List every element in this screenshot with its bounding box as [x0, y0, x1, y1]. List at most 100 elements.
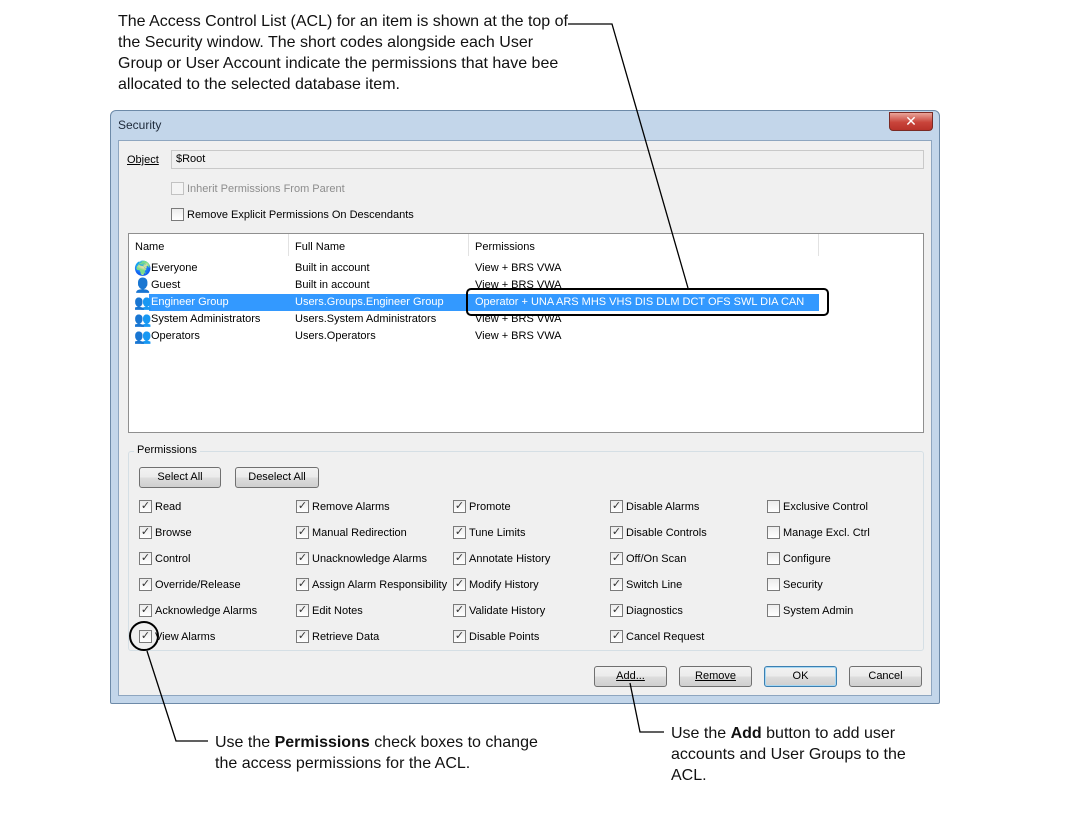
inherit-permissions-checkbox[interactable] [171, 182, 184, 195]
callout-permissions: Use the Permissions check boxes to chang… [215, 732, 545, 774]
security-dialog: Security ✕ Object $Root Inherit Permissi… [110, 110, 940, 704]
permission-checkbox[interactable]: ✓ [296, 604, 309, 617]
cancel-button[interactable]: Cancel [849, 666, 922, 687]
group-icon: 👥 [134, 311, 152, 327]
permission-checkbox[interactable]: ✓ [139, 526, 152, 539]
ok-label: OK [792, 670, 809, 682]
acl-cell-name: Everyone [151, 262, 198, 274]
permission-label: Acknowledge Alarms [155, 605, 258, 617]
acl-list[interactable]: Name Full Name Permissions 🌍 Everyone Buil… [128, 233, 924, 433]
object-field[interactable]: $Root [171, 150, 924, 169]
acl-cell-full-name: Users.Groups.Engineer Group [295, 296, 444, 308]
acl-cell-full-name: Users.System Administrators [295, 313, 437, 325]
title-bar: Security [111, 111, 939, 139]
permission-checkbox[interactable] [767, 552, 780, 565]
close-icon: ✕ [905, 113, 917, 129]
group-icon: 👥 [134, 294, 152, 310]
permission-checkbox[interactable] [767, 604, 780, 617]
permission-checkbox[interactable]: ✓ [453, 578, 466, 591]
permission-label: Retrieve Data [312, 631, 380, 643]
permission-label: Annotate History [469, 553, 551, 565]
permission-checkbox[interactable]: ✓ [610, 500, 623, 513]
acl-cell-permissions: View + BRS VWA [475, 330, 562, 342]
permission-label: Exclusive Control [783, 501, 868, 513]
permission-label: Promote [469, 501, 511, 513]
column-header-full-name[interactable]: Full Name [289, 234, 469, 256]
permission-checkbox[interactable]: ✓ [610, 552, 623, 565]
permission-checkbox[interactable] [767, 500, 780, 513]
permission-label: Diagnostics [626, 605, 683, 617]
acl-row[interactable]: 👥 Operators Users.Operators View + BRS VWA [129, 328, 923, 345]
permission-label: System Admin [783, 605, 854, 617]
permission-checkbox[interactable]: ✓ [610, 526, 623, 539]
permission-checkbox[interactable]: ✓ [296, 578, 309, 591]
guest-user-icon: 👤 [134, 277, 152, 293]
permission-checkbox[interactable]: ✓ [139, 552, 152, 565]
permission-checkbox[interactable]: ✓ [453, 552, 466, 565]
select-all-button[interactable]: Select All [139, 467, 221, 488]
object-label: Object [127, 154, 159, 166]
deselect-all-button[interactable]: Deselect All [235, 467, 319, 488]
column-header-permissions[interactable]: Permissions [469, 234, 819, 256]
permission-label: Modify History [469, 579, 539, 591]
column-header-empty [819, 234, 923, 256]
permission-label: Switch Line [626, 579, 683, 591]
permission-checkbox[interactable]: ✓ [296, 526, 309, 539]
close-button[interactable]: ✕ [889, 112, 933, 131]
permission-label: Configure [783, 553, 831, 565]
permission-label: Disable Alarms [626, 501, 700, 513]
permission-checkbox[interactable]: ✓ [296, 500, 309, 513]
permission-checkbox[interactable]: ✓ [296, 630, 309, 643]
acl-cell-name: Engineer Group [151, 296, 229, 308]
permission-checkbox[interactable]: ✓ [453, 500, 466, 513]
permission-checkbox[interactable]: ✓ [453, 604, 466, 617]
permission-checkbox[interactable]: ✓ [139, 578, 152, 591]
callout-permissions-pre: Use the [215, 734, 275, 751]
permission-checkbox[interactable]: ✓ [453, 630, 466, 643]
permission-label: View Alarms [155, 631, 216, 643]
inherit-permissions-label: Inherit Permissions From Parent [187, 183, 345, 195]
deselect-all-label: Deselect All [248, 471, 306, 483]
permission-label: Unacknowledge Alarms [312, 553, 427, 565]
globe-user-icon: 🌍 [134, 260, 152, 276]
callout-acl-description: The Access Control List (ACL) for an ite… [118, 13, 568, 93]
callout-add-bold: Add [730, 725, 762, 742]
permission-checkbox[interactable]: ✓ [453, 526, 466, 539]
permissions-highlight-circle [129, 621, 159, 651]
ok-button[interactable]: OK [764, 666, 837, 687]
acl-cell-full-name: Built in account [295, 262, 370, 274]
permission-label: Remove Alarms [312, 501, 390, 513]
permissions-legend: Permissions [134, 444, 200, 456]
callout-add: Use the Add button to add user accounts … [671, 723, 921, 786]
permission-checkbox[interactable]: ✓ [610, 630, 623, 643]
permission-label: Browse [155, 527, 192, 539]
permission-checkbox[interactable]: ✓ [610, 578, 623, 591]
permission-checkbox[interactable]: ✓ [296, 552, 309, 565]
acl-cell-full-name: Built in account [295, 279, 370, 291]
acl-cell-full-name: Users.Operators [295, 330, 376, 342]
permission-checkbox[interactable] [767, 526, 780, 539]
permission-checkbox[interactable]: ✓ [610, 604, 623, 617]
remove-button[interactable]: Remove [679, 666, 752, 687]
permission-checkbox[interactable] [767, 578, 780, 591]
permission-label: Control [155, 553, 191, 565]
permission-label: Off/On Scan [626, 553, 687, 565]
permission-label: Edit Notes [312, 605, 363, 617]
permission-checkbox[interactable]: ✓ [139, 604, 152, 617]
acl-cell-permissions: View + BRS VWA [475, 262, 562, 274]
remove-explicit-checkbox[interactable] [171, 208, 184, 221]
column-header-name[interactable]: Name [129, 234, 289, 256]
permission-label: Validate History [469, 605, 546, 617]
permission-label: Tune Limits [469, 527, 526, 539]
add-button[interactable]: Add... [594, 666, 667, 687]
group-icon: 👥 [134, 328, 152, 344]
acl-row[interactable]: 🌍 Everyone Built in account View + BRS VWA [129, 260, 923, 277]
permission-checkbox[interactable]: ✓ [139, 500, 152, 513]
select-all-label: Select All [157, 471, 203, 483]
dialog-client-area: Object $Root Inherit Permissions From Pa… [118, 140, 932, 696]
callout-add-pre: Use the [671, 725, 731, 742]
permission-label: Security [783, 579, 823, 591]
permission-label: Disable Points [469, 631, 540, 643]
acl-cell-name: System Administrators [151, 313, 261, 325]
remove-explicit-label: Remove Explicit Permissions On Descendan… [187, 209, 414, 221]
